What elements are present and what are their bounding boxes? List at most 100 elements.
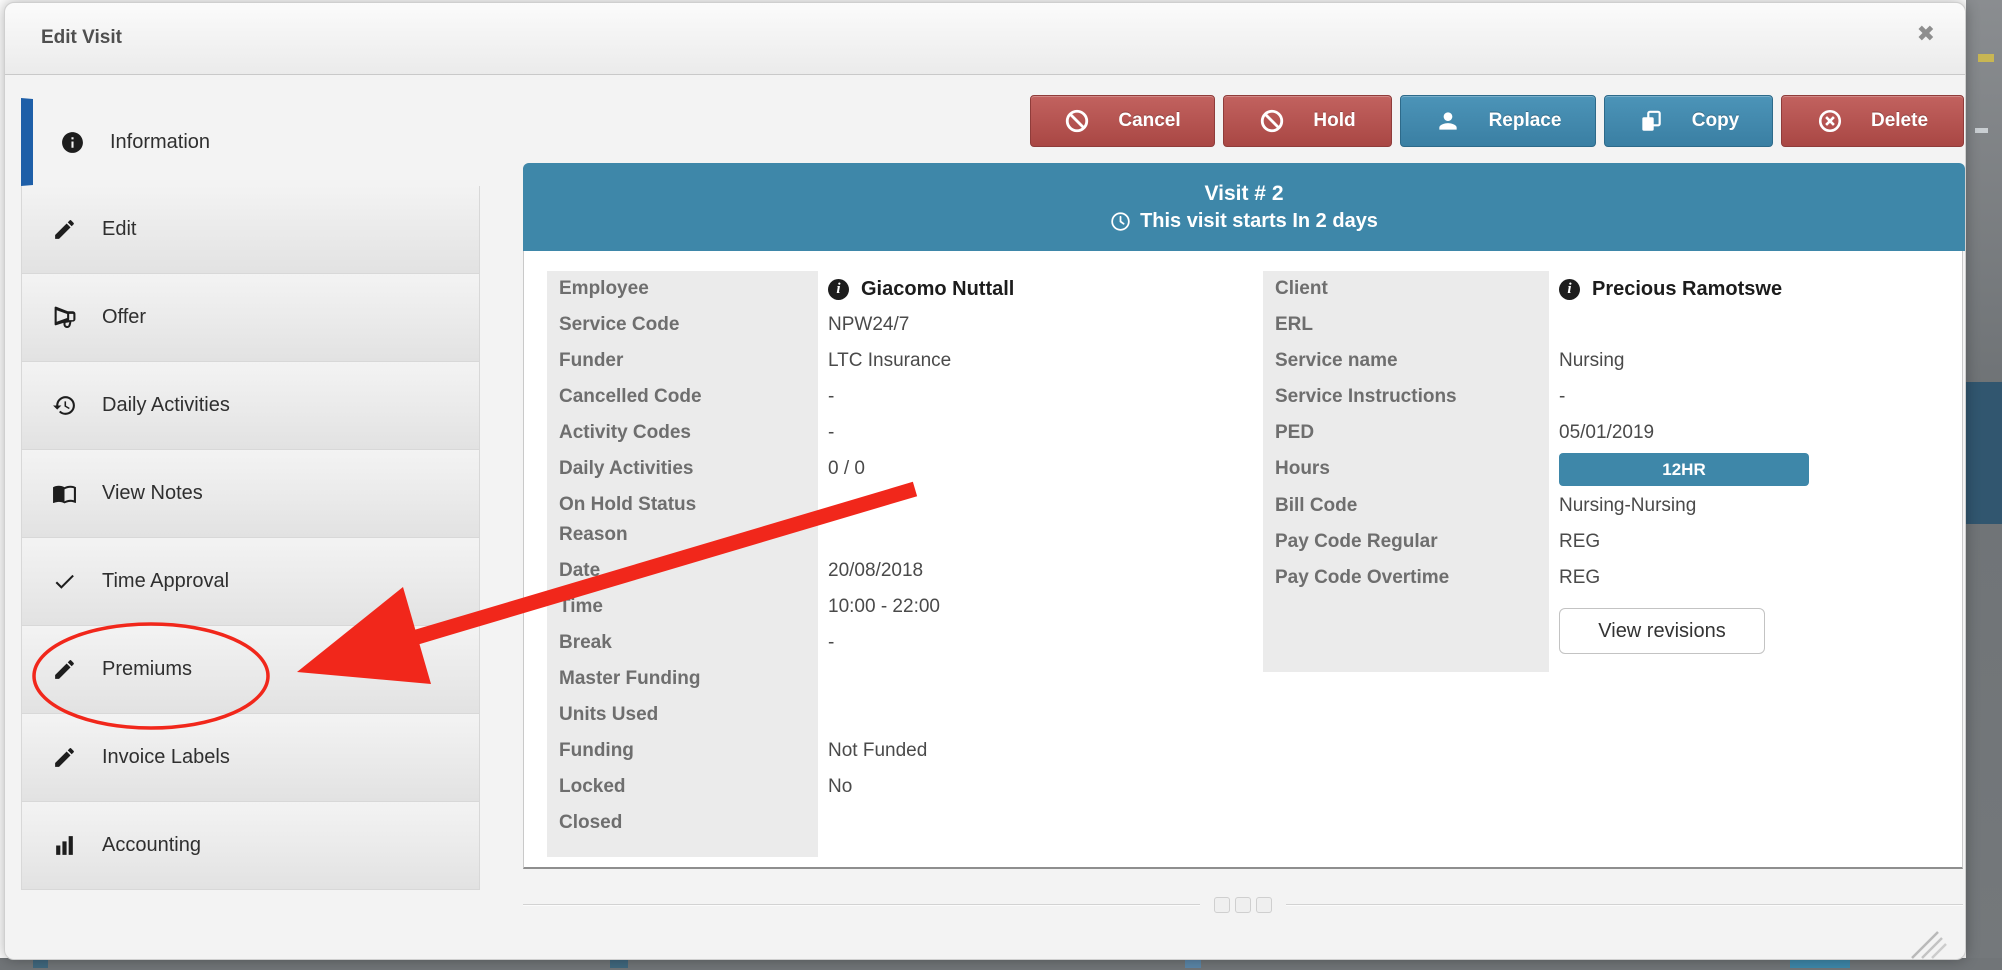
sidebar-item-label: Premiums — [102, 658, 192, 681]
field-label: Pay Code Overtime — [1263, 560, 1549, 596]
field-value: No — [818, 769, 1253, 805]
background-page-sliver — [1966, 0, 2002, 970]
field-label: PED — [1263, 415, 1549, 451]
sidebar-item-view-notes[interactable]: View Notes — [21, 450, 480, 538]
sidebar-item-label: Offer — [102, 306, 146, 329]
open-book-icon — [52, 481, 77, 506]
modal-titlebar: Edit Visit ✖ — [5, 3, 1965, 75]
sidebar-item-time-approval[interactable]: Time Approval — [21, 538, 480, 626]
field-value: 05/01/2019 — [1549, 415, 1923, 451]
field-label: Service Code — [547, 307, 818, 343]
sidebar-item-daily-activities[interactable]: Daily Activities — [21, 362, 480, 450]
field-label: Employee — [547, 271, 818, 307]
info-icon[interactable]: i — [1559, 279, 1580, 300]
field-label: Funding — [547, 733, 818, 769]
bar-chart-icon — [52, 833, 77, 858]
field-value: - — [818, 379, 1253, 415]
page: Edit Visit ✖ Information Edit Offer Dail… — [0, 0, 2002, 970]
field-label: On Hold Status Reason — [547, 487, 818, 553]
field-value: REG — [1549, 524, 1923, 560]
field-label: Cancelled Code — [547, 379, 818, 415]
field-label: Activity Codes — [547, 415, 818, 451]
visit-countdown: This visit starts In 2 days — [1140, 210, 1378, 233]
drag-handle-square[interactable] — [1256, 897, 1272, 913]
field-value — [818, 805, 1253, 841]
field-label: Hours — [1263, 451, 1549, 488]
field-label: Master Funding — [547, 661, 818, 697]
drag-handle-square[interactable] — [1235, 897, 1251, 913]
cancel-button[interactable]: Cancel — [1030, 95, 1215, 147]
ban-icon — [1259, 108, 1285, 134]
background-mark — [1790, 960, 1850, 968]
info-icon — [60, 130, 85, 155]
drag-handle-square[interactable] — [1214, 897, 1230, 913]
view-revisions-button[interactable]: View revisions — [1559, 608, 1765, 654]
field-label: Locked — [547, 769, 818, 805]
field-value — [1549, 307, 1923, 343]
field-value: Nursing — [1549, 343, 1923, 379]
background-mark — [1975, 128, 1988, 133]
field-value: 10:00 - 22:00 — [818, 589, 1253, 625]
field-label: Client — [1263, 271, 1549, 307]
field-value: - — [1549, 379, 1923, 415]
circle-x-icon — [1817, 108, 1843, 134]
pencil-icon — [52, 657, 77, 682]
sidebar-item-label: Information — [110, 131, 210, 154]
sidebar-item-label: Edit — [102, 218, 136, 241]
detail-row: Client i Precious Ramotswe — [1263, 271, 1923, 307]
client-name: Precious Ramotswe — [1592, 271, 1782, 307]
drag-handle[interactable] — [1214, 897, 1272, 913]
field-label: Bill Code — [1263, 488, 1549, 524]
button-label: Hold — [1313, 110, 1355, 132]
delete-button[interactable]: Delete — [1781, 95, 1964, 147]
field-label: Service Instructions — [1263, 379, 1549, 415]
sidebar-item-invoice-labels[interactable]: Invoice Labels — [21, 714, 480, 802]
field-value: Not Funded — [818, 733, 1253, 769]
sidebar-item-information[interactable]: Information — [21, 98, 480, 186]
sidebar-item-offer[interactable]: Offer — [21, 274, 480, 362]
field-value: Nursing-Nursing — [1549, 488, 1923, 524]
button-label: Delete — [1871, 110, 1928, 132]
sidebar: Information Edit Offer Daily Activities … — [21, 98, 480, 890]
field-value: 20/08/2018 — [818, 553, 1253, 589]
modal-title: Edit Visit — [41, 27, 122, 49]
background-mark — [1978, 54, 1994, 62]
resize-grip-icon[interactable] — [1898, 928, 1950, 960]
employee-name: Giacomo Nuttall — [861, 271, 1014, 307]
field-label: Funder — [547, 343, 818, 379]
detail-row: Employee i Giacomo Nuttall — [547, 271, 1253, 307]
hold-button[interactable]: Hold — [1223, 95, 1392, 147]
sidebar-item-label: Accounting — [102, 834, 201, 857]
copy-button[interactable]: Copy — [1604, 95, 1773, 147]
field-label: Date — [547, 553, 818, 589]
info-icon[interactable]: i — [828, 279, 849, 300]
sidebar-item-premiums[interactable]: Premiums — [21, 626, 480, 714]
history-icon — [52, 393, 77, 418]
field-value: NPW24/7 — [818, 307, 1253, 343]
sidebar-item-label: Invoice Labels — [102, 746, 230, 769]
field-label: Pay Code Regular — [1263, 524, 1549, 560]
replace-button[interactable]: Replace — [1400, 95, 1596, 147]
employee-details: Employee i Giacomo Nuttall Service CodeN… — [547, 271, 1253, 857]
hours-badge: 12HR — [1559, 453, 1809, 486]
button-label: Cancel — [1118, 110, 1180, 132]
field-label: Units Used — [547, 697, 818, 733]
background-mark — [1185, 960, 1201, 968]
field-label: Daily Activities — [547, 451, 818, 487]
ban-icon — [1064, 108, 1090, 134]
visit-banner: Visit # 2 This visit starts In 2 days — [523, 163, 1965, 251]
field-value — [818, 661, 1253, 697]
field-value: REG — [1549, 560, 1923, 596]
sidebar-item-edit[interactable]: Edit — [21, 186, 480, 274]
background-mark — [33, 960, 48, 968]
field-label: Closed — [547, 805, 818, 841]
close-icon[interactable]: ✖ — [1917, 23, 1935, 45]
toolbar: Cancel Hold Replace Copy Delete — [1026, 95, 1964, 147]
button-label: Copy — [1692, 110, 1740, 132]
sidebar-item-accounting[interactable]: Accounting — [21, 802, 480, 890]
visit-detail-pane: Visit # 2 This visit starts In 2 days Em… — [523, 163, 1963, 869]
clock-icon — [1110, 211, 1131, 232]
field-label: Time — [547, 589, 818, 625]
sidebar-item-label: Time Approval — [102, 570, 229, 593]
field-label: Service name — [1263, 343, 1549, 379]
